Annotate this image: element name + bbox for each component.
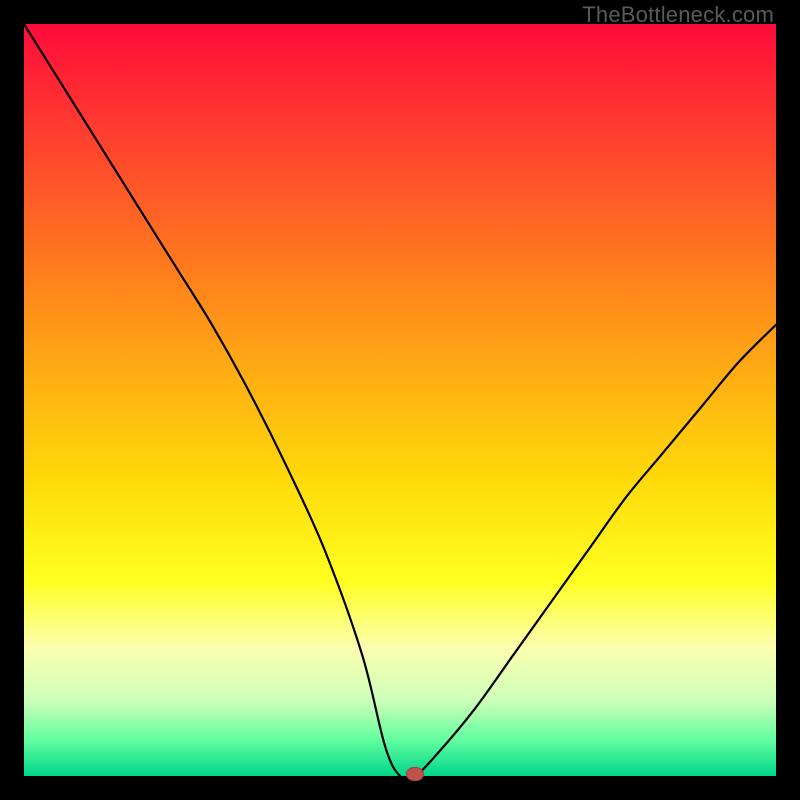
bottleneck-curve <box>24 24 776 776</box>
curve-svg <box>24 24 776 776</box>
chart-container: TheBottleneck.com <box>0 0 800 800</box>
optimum-marker <box>406 767 424 781</box>
plot-area <box>24 24 776 776</box>
